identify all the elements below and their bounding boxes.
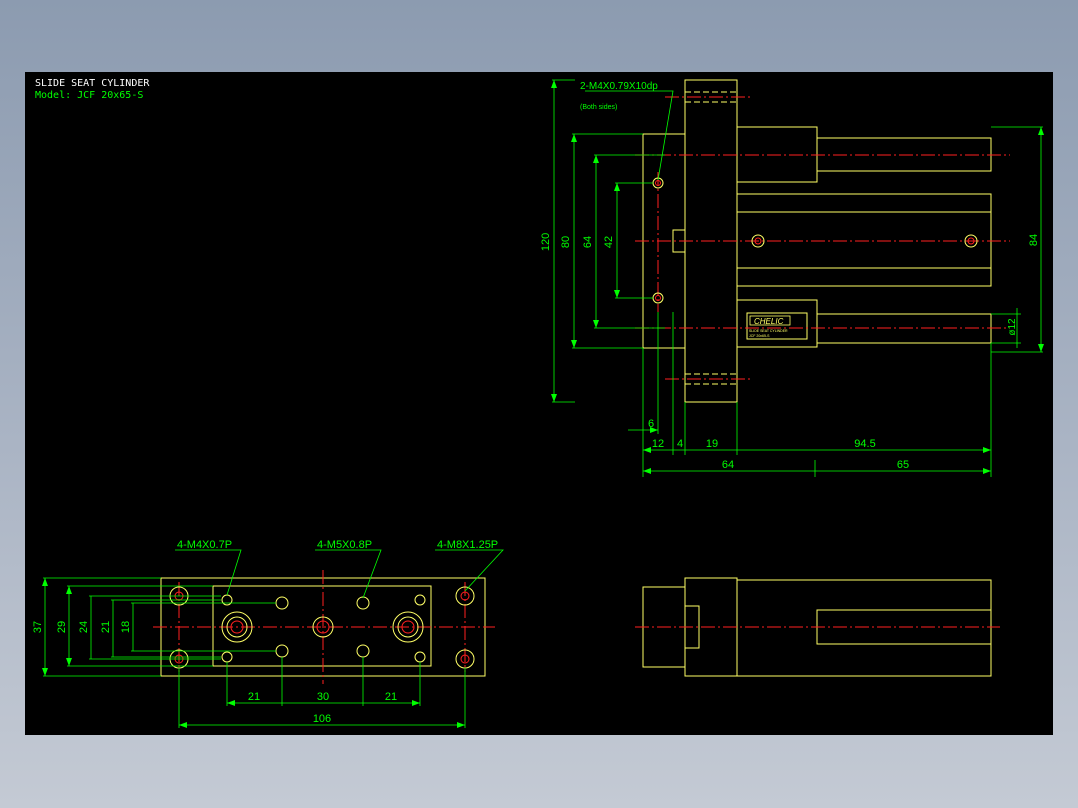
dim-4: 4 — [677, 438, 683, 450]
callout-m5: 4-M5X0.8P — [317, 539, 372, 551]
plan-view-centerlines — [153, 570, 495, 684]
dim-18: 18 — [120, 621, 132, 633]
dim-65: 65 — [897, 459, 909, 471]
cad-viewport[interactable]: SLIDE SEAT CYLINDER Model: JCF 20x65-S C… — [25, 72, 1053, 735]
dim-106: 106 — [313, 713, 331, 725]
nameplate-line-2: JCF 20x65-S — [749, 334, 770, 338]
dim-64-bottom: 64 — [722, 459, 734, 471]
end-body — [736, 579, 992, 677]
dimension-arrows — [551, 80, 1044, 474]
dim-21-vertical: 21 — [100, 621, 112, 633]
technical-drawing: CHELIC SLIDE SEAT CYLINDER JCF 20x65-S 2… — [32, 79, 1044, 728]
plan-dimension-arrows — [42, 578, 465, 728]
nameplate-logo: CHELIC — [754, 317, 784, 326]
dim-19: 19 — [706, 438, 718, 450]
side-view-centerlines — [635, 96, 1010, 380]
dim-30: 30 — [317, 691, 329, 703]
nameplate-line-1: SLIDE SEAT CYLINDER — [749, 329, 788, 333]
callout-m4: 4-M4X0.7P — [177, 539, 232, 551]
callout-m8: 4-M8X1.25P — [437, 539, 498, 551]
callout-both-sides: (Both sides) — [580, 104, 617, 111]
dim-94-5: 94.5 — [854, 438, 875, 450]
dim-120: 120 — [540, 233, 552, 251]
callout-m4-thread: 2-M4X0.79X10dp — [580, 81, 658, 92]
dim-21-left: 21 — [248, 691, 260, 703]
dim-64: 64 — [582, 236, 594, 248]
dim-24: 24 — [78, 621, 90, 633]
dim-12: 12 — [652, 438, 664, 450]
side-view-dimensions — [552, 79, 1043, 477]
cylinder-body — [736, 193, 992, 287]
plan-view-dimensions — [43, 549, 504, 728]
dim-37: 37 — [32, 621, 44, 633]
dim-21-right: 21 — [385, 691, 397, 703]
dim-84: 84 — [1028, 234, 1040, 246]
dim-29: 29 — [56, 621, 68, 633]
dim-42: 42 — [603, 236, 615, 248]
dim-80: 80 — [560, 236, 572, 248]
dim-6: 6 — [648, 418, 654, 430]
dim-diameter-12: ø12 — [1007, 318, 1018, 336]
